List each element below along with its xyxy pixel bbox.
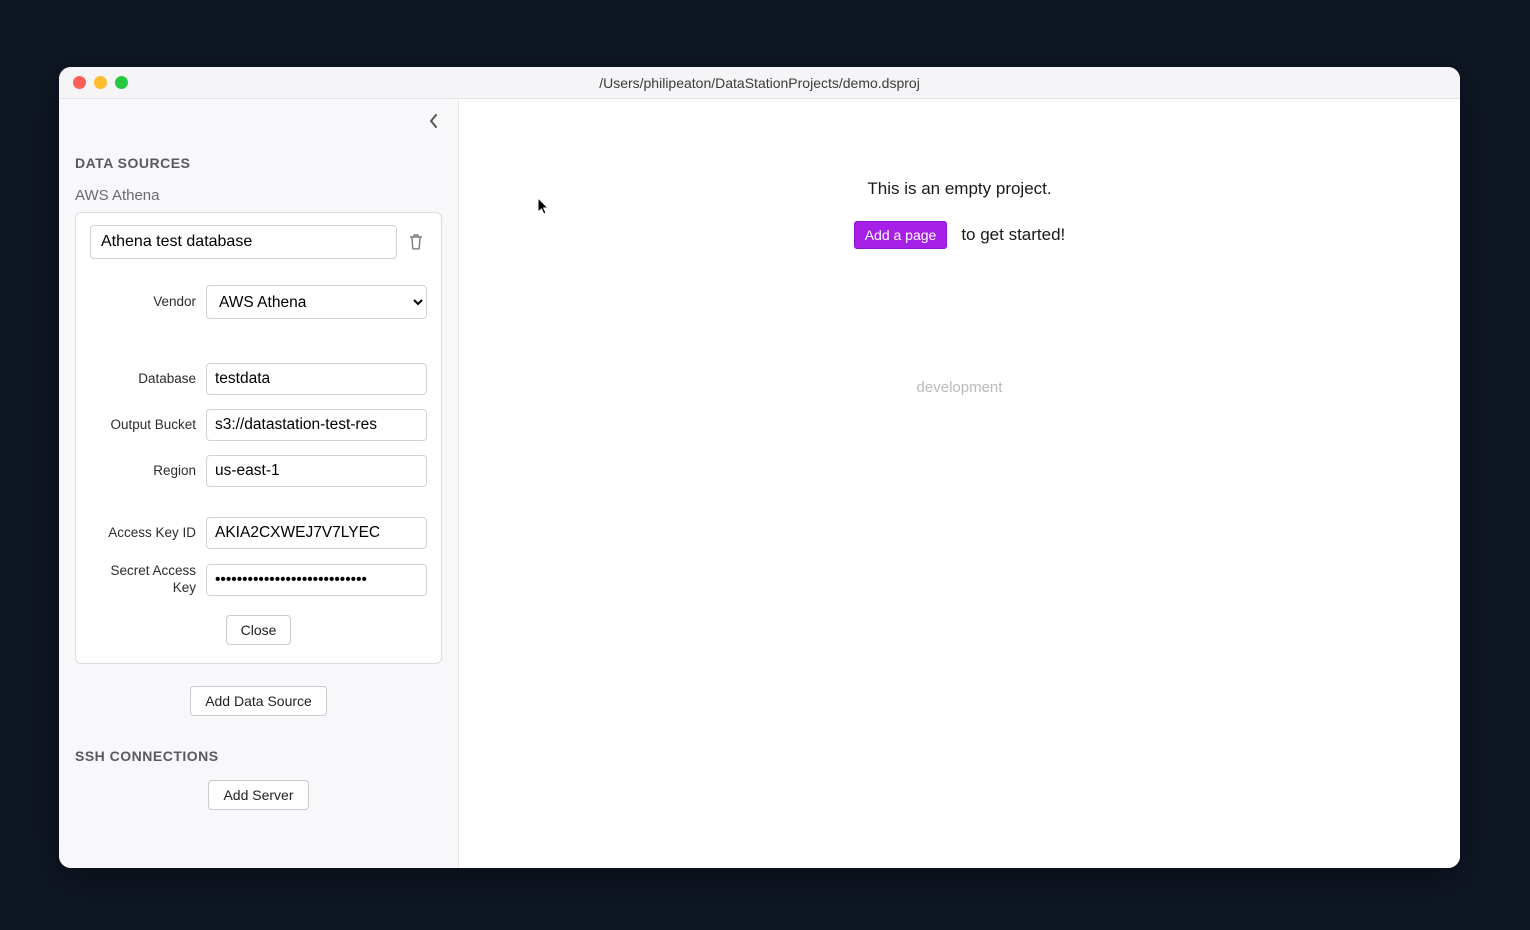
app-content: DATA SOURCES AWS Athena Vendor AWS Athen…	[59, 99, 1460, 868]
close-window-icon[interactable]	[73, 76, 86, 89]
trash-icon	[408, 233, 424, 251]
access-key-id-label: Access Key ID	[90, 525, 206, 542]
empty-project-text: This is an empty project.	[867, 179, 1051, 199]
data-source-name-input[interactable]	[90, 225, 397, 259]
secret-access-key-label: Secret Access Key	[90, 563, 206, 597]
app-window: /Users/philipeaton/DataStationProjects/d…	[59, 67, 1460, 868]
window-title: /Users/philipeaton/DataStationProjects/d…	[59, 75, 1460, 91]
ssh-connections-heading: SSH CONNECTIONS	[75, 748, 442, 764]
region-input[interactable]	[206, 455, 427, 487]
close-button[interactable]: Close	[226, 615, 292, 645]
region-label: Region	[90, 463, 206, 480]
minimize-window-icon[interactable]	[94, 76, 107, 89]
data-source-card: Vendor AWS Athena Database Output Bucket	[75, 212, 442, 664]
add-page-button[interactable]: Add a page	[854, 221, 948, 249]
development-label: development	[917, 379, 1003, 396]
database-label: Database	[90, 371, 206, 388]
data-sources-heading: DATA SOURCES	[75, 155, 442, 171]
secret-access-key-input[interactable]	[206, 564, 427, 596]
vendor-select[interactable]: AWS Athena	[206, 285, 427, 319]
vendor-label: Vendor	[90, 294, 206, 311]
main-pane: This is an empty project. Add a page to …	[459, 99, 1460, 868]
add-page-suffix: to get started!	[961, 225, 1065, 245]
database-input[interactable]	[206, 363, 427, 395]
add-data-source-button[interactable]: Add Data Source	[190, 686, 327, 716]
access-key-id-input[interactable]	[206, 517, 427, 549]
window-controls	[59, 76, 128, 89]
maximize-window-icon[interactable]	[115, 76, 128, 89]
delete-data-source-button[interactable]	[405, 231, 427, 253]
collapse-sidebar-button[interactable]	[422, 111, 446, 135]
output-bucket-input[interactable]	[206, 409, 427, 441]
data-source-type-label: AWS Athena	[75, 187, 442, 204]
sidebar: DATA SOURCES AWS Athena Vendor AWS Athen…	[59, 99, 459, 868]
output-bucket-label: Output Bucket	[90, 417, 206, 434]
titlebar: /Users/philipeaton/DataStationProjects/d…	[59, 67, 1460, 99]
add-page-row: Add a page to get started!	[854, 221, 1066, 249]
chevron-left-icon	[429, 113, 439, 134]
add-server-button[interactable]: Add Server	[208, 780, 308, 810]
